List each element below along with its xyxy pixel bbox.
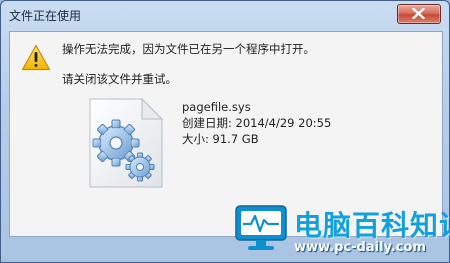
file-name: pagefile.sys xyxy=(182,100,251,114)
window-title: 文件正在使用 xyxy=(9,9,82,23)
title-bar[interactable]: 文件正在使用 xyxy=(1,1,449,29)
file-created-date: 创建日期: 2014/4/29 20:55 xyxy=(182,116,332,130)
system-file-gears-icon xyxy=(89,97,164,188)
watermark-url: www.pc-daily.com xyxy=(294,240,426,255)
site-watermark: 电脑百科知识 www.pc-daily.com xyxy=(234,196,450,260)
close-icon xyxy=(412,8,425,19)
instruction-message: 请关闭该文件并重试。 xyxy=(62,72,177,86)
file-size: 大小: 91.7 GB xyxy=(182,132,259,146)
close-button[interactable] xyxy=(397,4,441,24)
watermark-title: 电脑百科知识 xyxy=(294,209,450,242)
error-message: 操作无法完成，因为文件已在另一个程序中打开。 xyxy=(62,42,315,56)
monitor-logo-icon xyxy=(235,205,287,250)
file-details: pagefile.sys 创建日期: 2014/4/29 20:55 大小: 9… xyxy=(182,99,331,147)
warning-icon xyxy=(21,44,51,71)
